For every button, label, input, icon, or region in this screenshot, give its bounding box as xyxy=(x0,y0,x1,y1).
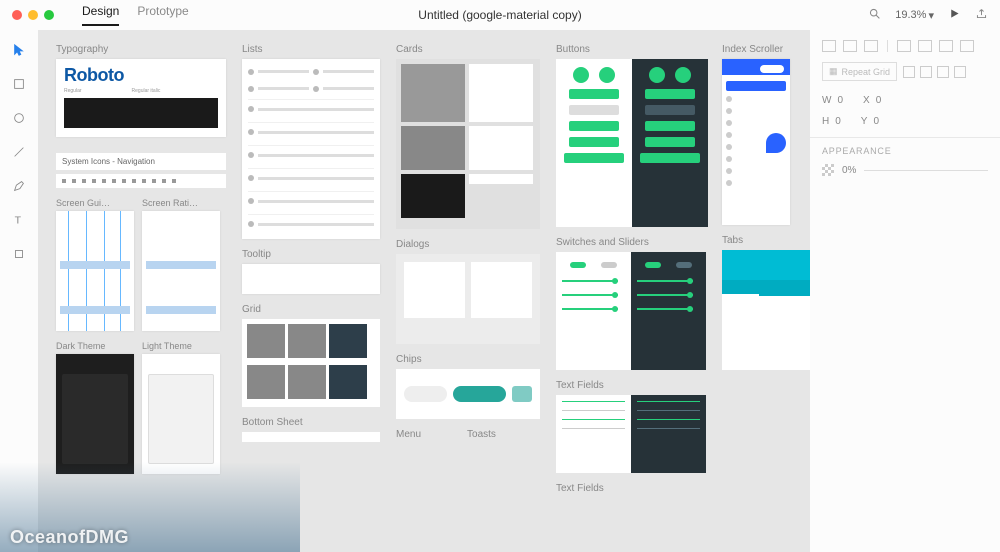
properties-panel: ▦ Repeat Grid W 0 X 0 H 0 Y 0 APPEARANCE… xyxy=(810,30,1000,552)
select-tool[interactable] xyxy=(11,42,27,58)
align-center-h-icon[interactable] xyxy=(843,40,857,52)
tools-sidebar: T xyxy=(0,30,38,552)
artboard-label-screen-guide[interactable]: Screen Gui… xyxy=(56,198,136,208)
artboard-tabs[interactable] xyxy=(722,250,810,370)
minimize-window-button[interactable] xyxy=(28,10,38,20)
distribute-icon[interactable] xyxy=(960,40,974,52)
artboard-screen-guide[interactable] xyxy=(56,211,134,331)
artboard-label-grid[interactable]: Grid xyxy=(242,304,380,315)
zoom-value: 19.3% xyxy=(895,9,926,21)
y-label: Y xyxy=(861,116,868,127)
boolean-subtract-icon[interactable] xyxy=(920,66,932,78)
artboard-dialogs[interactable] xyxy=(396,254,540,344)
artboard-index-scroller[interactable] xyxy=(722,59,790,225)
opacity-value[interactable]: 0% xyxy=(842,165,856,176)
artboard-grid[interactable] xyxy=(242,319,380,407)
artboard-label-tooltip[interactable]: Tooltip xyxy=(242,249,380,260)
artboard-lists[interactable] xyxy=(242,59,380,239)
artboard-label-text-fields[interactable]: Text Fields xyxy=(556,380,706,391)
artboard-cards[interactable] xyxy=(396,59,540,229)
y-value[interactable]: 0 xyxy=(873,116,879,127)
artboard-text-fields[interactable] xyxy=(556,395,706,473)
artboard-label-typography[interactable]: Typography xyxy=(56,44,226,55)
artboard-label-index-scroller[interactable]: Index Scroller xyxy=(722,44,810,55)
repeat-grid-label: Repeat Grid xyxy=(842,67,891,77)
search-icon[interactable] xyxy=(868,7,881,23)
boolean-add-icon[interactable] xyxy=(903,66,915,78)
tab-prototype[interactable]: Prototype xyxy=(137,4,188,26)
align-center-v-icon[interactable] xyxy=(918,40,932,52)
artboard-tooltip[interactable] xyxy=(242,264,380,294)
titlebar: Design Prototype Untitled (google-materi… xyxy=(0,0,1000,30)
artboard-label-light-theme[interactable]: Light Theme xyxy=(142,341,222,351)
document-title: Untitled (google-material copy) xyxy=(418,8,581,22)
svg-text:T: T xyxy=(15,215,22,227)
artboard-label-buttons[interactable]: Buttons xyxy=(556,44,706,55)
opacity-swatch[interactable] xyxy=(822,164,834,176)
artboard-label-toasts[interactable]: Toasts xyxy=(467,429,496,440)
x-label: X xyxy=(863,95,870,106)
width-value[interactable]: 0 xyxy=(837,95,843,106)
width-label: W xyxy=(822,95,831,106)
align-top-icon[interactable] xyxy=(897,40,911,52)
height-value[interactable]: 0 xyxy=(835,116,841,127)
artboard-screen-ratio[interactable] xyxy=(142,211,220,331)
ellipse-tool[interactable] xyxy=(11,110,27,126)
artboard-light-theme[interactable] xyxy=(142,354,220,474)
artboard-label-text-fields-2[interactable]: Text Fields xyxy=(556,483,706,494)
artboard-chips[interactable] xyxy=(396,369,540,419)
text-tool[interactable]: T xyxy=(11,212,27,228)
align-right-icon[interactable] xyxy=(864,40,878,52)
x-value[interactable]: 0 xyxy=(876,95,882,106)
artboard-label-tabs[interactable]: Tabs xyxy=(722,235,810,246)
watermark-text: OceanofDMG xyxy=(10,527,129,548)
canvas[interactable]: Typography Roboto RegularRegular italic … xyxy=(38,30,810,552)
roboto-title: Roboto xyxy=(64,65,218,86)
close-window-button[interactable] xyxy=(12,10,22,20)
align-left-icon[interactable] xyxy=(822,40,836,52)
artboard-typography[interactable]: Roboto RegularRegular italic xyxy=(56,59,226,137)
preview-play-icon[interactable] xyxy=(948,7,961,23)
align-row xyxy=(822,40,988,52)
pen-tool[interactable] xyxy=(11,178,27,194)
boolean-exclude-icon[interactable] xyxy=(954,66,966,78)
artboard-label-lists[interactable]: Lists xyxy=(242,44,380,55)
artboard-label-menu[interactable]: Menu xyxy=(396,429,421,440)
artboard-label-screen-ratio[interactable]: Screen Rati… xyxy=(142,198,222,208)
artboard-dark-theme[interactable] xyxy=(56,354,134,474)
artboard-label-chips[interactable]: Chips xyxy=(396,354,540,365)
align-bottom-icon[interactable] xyxy=(939,40,953,52)
artboard-switches[interactable] xyxy=(556,252,706,370)
line-tool[interactable] xyxy=(11,144,27,160)
artboard-label-switches[interactable]: Switches and Sliders xyxy=(556,237,706,248)
repeat-grid-icon: ▦ xyxy=(829,66,838,77)
artboard-bottom-sheet[interactable] xyxy=(242,432,380,442)
rectangle-tool[interactable] xyxy=(11,76,27,92)
mode-tabs: Design Prototype xyxy=(82,4,189,26)
repeat-grid-button[interactable]: ▦ Repeat Grid xyxy=(822,62,897,81)
opacity-slider[interactable] xyxy=(864,170,988,171)
maximize-window-button[interactable] xyxy=(44,10,54,20)
artboard-label-cards[interactable]: Cards xyxy=(396,44,540,55)
artboard-sysicons[interactable] xyxy=(56,174,226,188)
traffic-lights xyxy=(12,10,54,20)
artboard-label-bottom-sheet[interactable]: Bottom Sheet xyxy=(242,417,380,428)
zoom-control[interactable]: 19.3% ▾ xyxy=(895,9,934,22)
artboard-label-dark-theme[interactable]: Dark Theme xyxy=(56,341,136,351)
artboard-label-sysicons[interactable]: System Icons - Navigation xyxy=(56,153,226,170)
artboard-tool[interactable] xyxy=(11,246,27,262)
boolean-intersect-icon[interactable] xyxy=(937,66,949,78)
artboard-buttons[interactable] xyxy=(556,59,706,227)
height-label: H xyxy=(822,116,829,127)
share-icon[interactable] xyxy=(975,7,988,23)
chevron-down-icon: ▾ xyxy=(928,9,934,22)
appearance-heading: APPEARANCE xyxy=(822,146,988,156)
tab-design[interactable]: Design xyxy=(82,4,119,26)
artboard-label-dialogs[interactable]: Dialogs xyxy=(396,239,540,250)
